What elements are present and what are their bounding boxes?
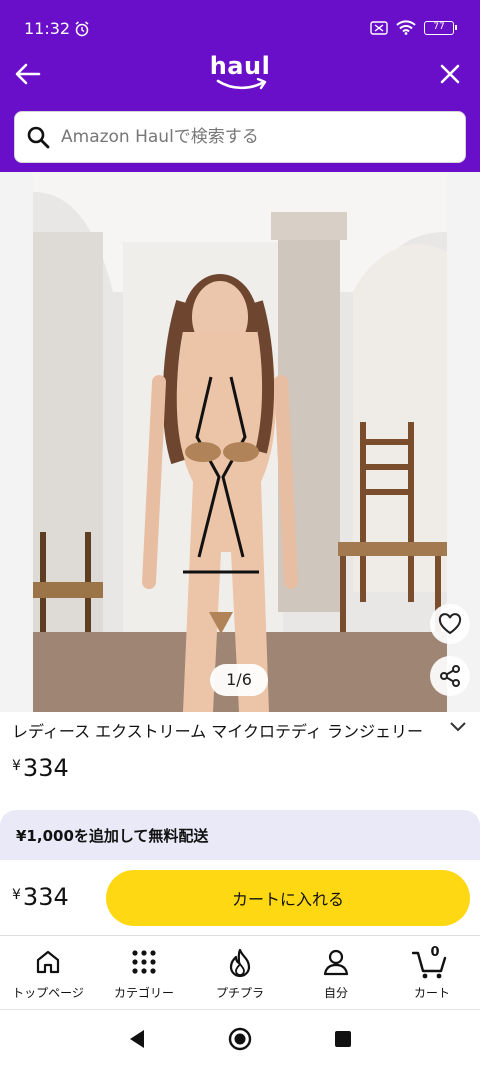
status-bar: 11:32 77 bbox=[0, 0, 480, 52]
search-bar[interactable] bbox=[14, 111, 466, 163]
buy-bar: ¥334 カートに入れる bbox=[0, 860, 480, 936]
home-icon bbox=[36, 950, 60, 974]
circle-home-icon bbox=[228, 1027, 252, 1051]
app-header: 11:32 77 haul bbox=[0, 0, 480, 172]
system-back-button[interactable] bbox=[124, 1026, 150, 1052]
product-photo[interactable] bbox=[33, 172, 447, 712]
buybar-price-value: 334 bbox=[22, 883, 69, 911]
alarm-icon bbox=[75, 20, 89, 36]
clock-text: 11:32 bbox=[24, 19, 71, 38]
favorite-button[interactable] bbox=[430, 604, 470, 644]
battery-level: 77 bbox=[433, 21, 445, 32]
nav-label-account: 自分 bbox=[323, 986, 348, 1000]
cart-count-badge: 0 bbox=[430, 945, 440, 960]
buybar-currency: ¥ bbox=[12, 887, 21, 903]
nav-item-cart[interactable]: 0 カート bbox=[384, 936, 480, 1010]
product-gallery[interactable]: 1/6 bbox=[0, 172, 480, 712]
nav-label-category: カテゴリー bbox=[113, 986, 174, 1000]
back-button[interactable] bbox=[14, 60, 42, 88]
close-icon bbox=[440, 64, 460, 84]
price-value: 334 bbox=[22, 754, 69, 782]
arrow-left-icon bbox=[15, 63, 41, 85]
share-button[interactable] bbox=[430, 656, 470, 696]
product-title-row[interactable]: レディース エクストリーム マイクロテディ ランジェリー bbox=[0, 712, 480, 748]
system-recents-button[interactable] bbox=[330, 1026, 356, 1052]
system-home-button[interactable] bbox=[227, 1026, 253, 1052]
smile-arrow-icon bbox=[216, 78, 267, 90]
search-input[interactable] bbox=[61, 127, 451, 147]
product-photo-illustration bbox=[33, 172, 447, 712]
nav-header: haul bbox=[0, 52, 480, 104]
price-currency: ¥ bbox=[12, 758, 21, 774]
buybar-price: ¥334 bbox=[12, 883, 69, 911]
nav-label-deals: プチプラ bbox=[215, 986, 264, 1000]
nav-label-home: トップページ bbox=[12, 986, 84, 1000]
triangle-back-icon bbox=[130, 1030, 144, 1048]
nav-item-category[interactable]: カテゴリー bbox=[96, 936, 192, 1010]
system-nav-bar bbox=[0, 1010, 480, 1067]
sim-icon bbox=[370, 20, 388, 35]
close-button[interactable] bbox=[436, 60, 464, 88]
haul-logo: haul bbox=[200, 52, 280, 96]
person-icon bbox=[323, 949, 349, 976]
status-time: 11:32 bbox=[24, 19, 90, 38]
flame-icon bbox=[229, 948, 251, 978]
product-price: ¥334 bbox=[12, 754, 69, 782]
image-counter: 1/6 bbox=[210, 664, 268, 696]
wifi-icon bbox=[396, 20, 416, 35]
grid-icon bbox=[132, 950, 156, 974]
battery-icon: 77 bbox=[424, 20, 457, 35]
nav-item-deals[interactable]: プチプラ bbox=[192, 936, 288, 1010]
share-icon bbox=[440, 665, 460, 687]
nav-item-home[interactable]: トップページ bbox=[0, 936, 96, 1010]
logo-text: haul bbox=[209, 52, 271, 80]
chevron-down-icon[interactable] bbox=[448, 720, 468, 734]
search-icon bbox=[27, 126, 50, 149]
nav-label-cart: カート bbox=[413, 986, 450, 1000]
shipping-message: ¥1,000を追加して無料配送 bbox=[16, 827, 209, 845]
square-recents-icon bbox=[335, 1031, 351, 1047]
bottom-nav: トップページ カテゴリー プチプラ 自分 0 カート bbox=[0, 936, 480, 1010]
product-title: レディース エクストリーム マイクロテディ ランジェリー bbox=[12, 722, 423, 741]
nav-item-account[interactable]: 自分 bbox=[288, 936, 384, 1010]
add-to-cart-button[interactable]: カートに入れる bbox=[106, 870, 470, 926]
shipping-banner: ¥1,000を追加して無料配送 bbox=[0, 810, 480, 860]
heart-icon bbox=[438, 613, 462, 635]
